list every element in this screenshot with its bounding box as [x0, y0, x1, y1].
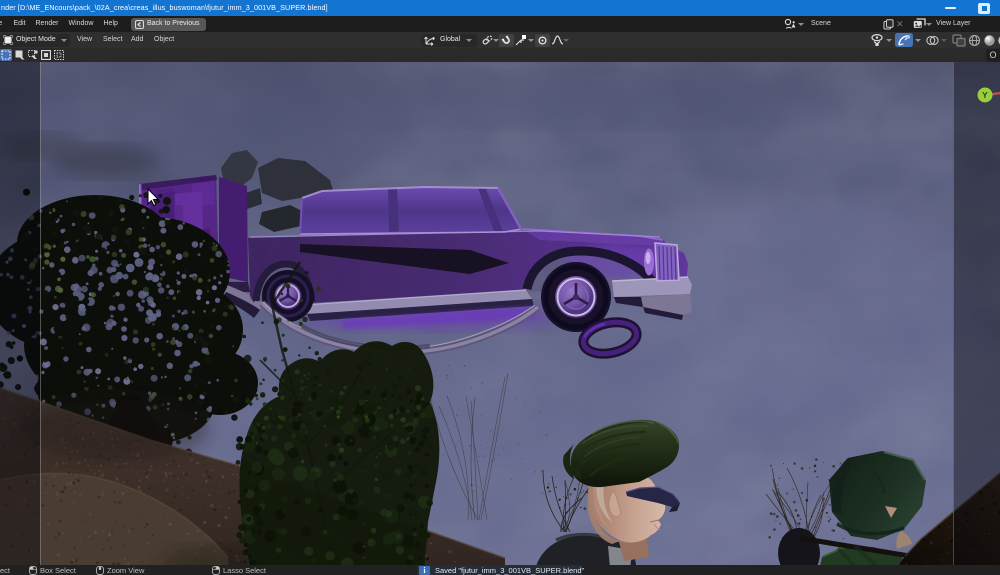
svg-text:Y: Y [982, 90, 988, 100]
